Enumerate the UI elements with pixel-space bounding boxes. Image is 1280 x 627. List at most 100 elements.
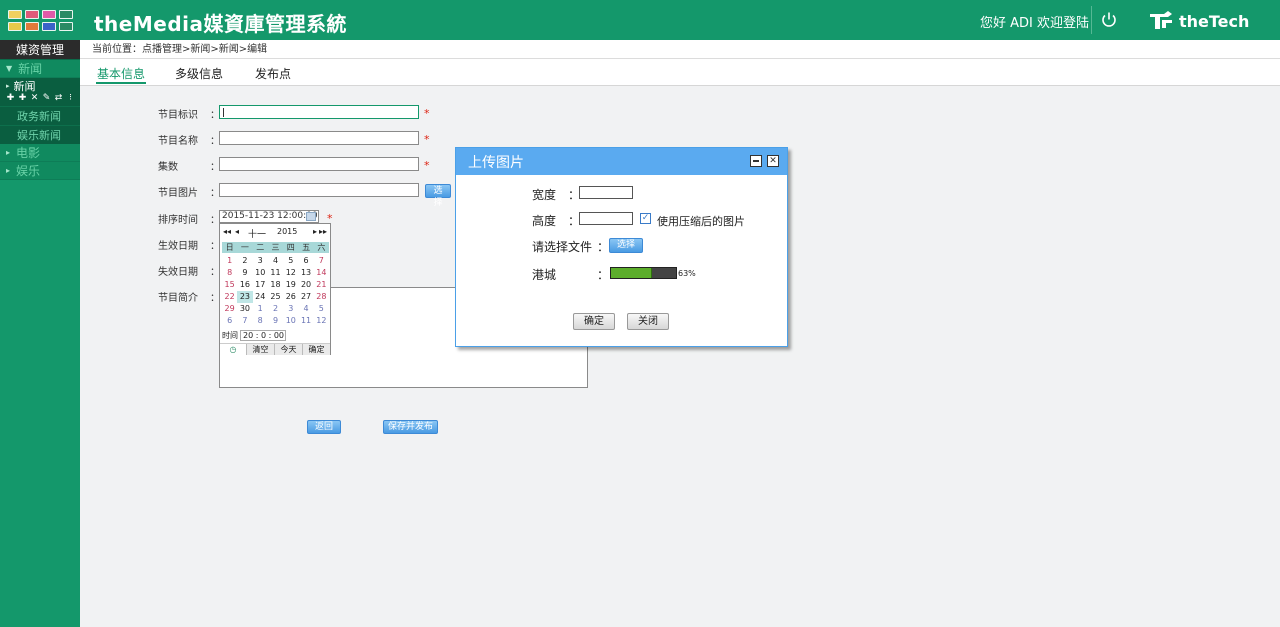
confirm-button[interactable]: 确定 <box>302 344 330 355</box>
next-year-button[interactable]: ▸▸ <box>319 227 327 236</box>
prev-year-button[interactable]: ◂◂ <box>223 227 231 236</box>
prev-month-button[interactable]: ◂ <box>235 227 239 236</box>
select-image-button[interactable]: 选择 <box>425 184 451 208</box>
day-cell[interactable]: 10 <box>283 315 298 327</box>
minimize-icon[interactable] <box>750 155 762 167</box>
day-cell[interactable]: 9 <box>237 267 252 279</box>
tab-multi-level-info[interactable]: 多级信息 <box>175 65 223 82</box>
power-icon[interactable] <box>1100 11 1118 29</box>
compress-checkbox[interactable]: ✓ <box>640 213 651 224</box>
program-name-input[interactable] <box>219 131 419 145</box>
day-cell[interactable]: 7 <box>237 315 252 327</box>
close-icon[interactable]: ✕ <box>767 155 779 167</box>
day-cell[interactable]: 22 <box>222 291 237 303</box>
close-button[interactable]: 关闭 <box>627 313 669 330</box>
sidebar-title[interactable]: 媒资管理 <box>0 40 80 60</box>
app-tile-icon[interactable] <box>8 10 22 19</box>
day-cell[interactable]: 28 <box>314 291 329 303</box>
sort-time-input[interactable]: 2015-11-23 12:00:00 <box>219 210 319 223</box>
day-cell[interactable]: 20 <box>298 279 313 291</box>
today-button[interactable]: 今天 <box>274 344 302 355</box>
day-cell[interactable]: 2 <box>237 255 252 267</box>
day-cell[interactable]: 23 <box>237 291 253 303</box>
save-publish-button[interactable]: 保存并发布 <box>383 420 438 434</box>
day-cell[interactable]: 21 <box>314 279 329 291</box>
day-cell[interactable]: 4 <box>268 255 283 267</box>
day-cell[interactable]: 2 <box>268 303 283 315</box>
app-tile-icon[interactable] <box>8 22 22 31</box>
day-cell[interactable]: 8 <box>253 315 268 327</box>
day-cell[interactable]: 4 <box>298 303 313 315</box>
program-id-input[interactable] <box>219 105 419 119</box>
tab-publish-points[interactable]: 发布点 <box>255 65 291 82</box>
day-cell[interactable]: 27 <box>298 291 313 303</box>
edit-icon[interactable]: ✎ <box>42 93 51 103</box>
day-cell[interactable]: 15 <box>222 279 237 291</box>
day-cell[interactable]: 14 <box>314 267 329 279</box>
app-tile-icon[interactable] <box>25 10 39 19</box>
day-cell[interactable]: 5 <box>314 303 329 315</box>
app-grid-icon[interactable] <box>8 10 74 32</box>
sidebar-section-news[interactable]: ▼ 新闻 <box>0 60 80 78</box>
day-cell[interactable]: 11 <box>268 267 283 279</box>
sidebar-item-ent-news[interactable]: 娱乐新闻 <box>0 125 80 144</box>
calendar-icon[interactable] <box>306 212 316 221</box>
ok-button[interactable]: 确定 <box>573 313 615 330</box>
day-cell[interactable]: 26 <box>283 291 298 303</box>
day-cell[interactable]: 12 <box>283 267 298 279</box>
day-cell[interactable]: 16 <box>237 279 252 291</box>
clock-icon[interactable]: ◷ <box>220 344 246 355</box>
program-image-input[interactable] <box>219 183 419 197</box>
day-cell[interactable]: 17 <box>253 279 268 291</box>
day-cell[interactable]: 24 <box>253 291 268 303</box>
day-cell[interactable]: 9 <box>268 315 283 327</box>
sidebar-section-movie[interactable]: ▸ 电影 <box>0 144 80 162</box>
day-cell[interactable]: 25 <box>268 291 283 303</box>
day-cell[interactable]: 18 <box>268 279 283 291</box>
day-cell[interactable]: 6 <box>222 315 237 327</box>
day-cell[interactable]: 13 <box>298 267 313 279</box>
day-cell[interactable]: 1 <box>222 255 237 267</box>
more-icon[interactable]: ⁝ <box>66 93 75 103</box>
day-cell[interactable]: 30 <box>237 303 252 315</box>
width-input[interactable] <box>579 186 633 199</box>
day-cell[interactable]: 12 <box>314 315 329 327</box>
app-tile-icon[interactable] <box>59 10 73 19</box>
delete-icon[interactable]: ✕ <box>30 93 39 103</box>
day-cell[interactable]: 3 <box>253 255 268 267</box>
select-file-button[interactable]: 选择 <box>609 238 643 253</box>
day-cell[interactable]: 7 <box>314 255 329 267</box>
day-cell[interactable]: 6 <box>298 255 313 267</box>
day-cell[interactable]: 8 <box>222 267 237 279</box>
progress-fill <box>611 268 652 278</box>
caret-down-icon: ▼ <box>6 64 13 73</box>
day-cell[interactable]: 3 <box>283 303 298 315</box>
add-icon[interactable]: ✚ <box>6 93 15 103</box>
month-label[interactable]: 十一 <box>248 227 266 240</box>
time-input[interactable]: 20 : 0 : 00 <box>240 330 286 341</box>
app-tile-icon[interactable] <box>59 22 73 31</box>
day-cell[interactable]: 29 <box>222 303 237 315</box>
sidebar-item-gov-news[interactable]: 政务新闻 <box>0 106 80 125</box>
app-tile-icon[interactable] <box>42 10 56 19</box>
back-button[interactable]: 返回 <box>307 420 341 434</box>
sidebar-node-news[interactable]: ▸ 新闻 ✚ ✚ ✕ ✎ ⇄ ⁝ <box>0 78 80 106</box>
episodes-input[interactable] <box>219 157 419 171</box>
app-tile-icon[interactable] <box>42 22 56 31</box>
tab-basic-info[interactable]: 基本信息 <box>97 65 145 82</box>
app-tile-icon[interactable] <box>25 22 39 31</box>
year-label[interactable]: 2015 <box>277 227 297 236</box>
move-icon[interactable]: ⇄ <box>54 93 63 103</box>
add-child-icon[interactable]: ✚ <box>18 93 27 103</box>
day-cell[interactable]: 10 <box>253 267 268 279</box>
height-input[interactable] <box>579 212 633 225</box>
day-cell[interactable]: 5 <box>283 255 298 267</box>
sidebar-section-entertainment[interactable]: ▸ 娱乐 <box>0 162 80 180</box>
day-cell[interactable]: 19 <box>283 279 298 291</box>
progress-text: 63% <box>678 269 696 278</box>
next-month-button[interactable]: ▸ <box>313 227 317 236</box>
weekday-label: 五 <box>302 243 311 252</box>
clear-button[interactable]: 清空 <box>246 344 274 355</box>
day-cell[interactable]: 1 <box>253 303 268 315</box>
day-cell[interactable]: 11 <box>298 315 313 327</box>
